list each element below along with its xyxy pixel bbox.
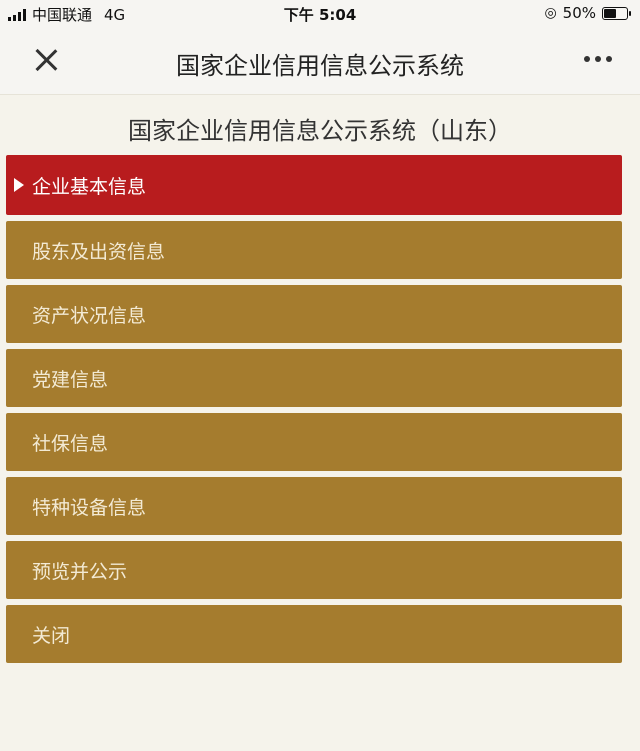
menu-item-label: 预览并公示: [32, 560, 128, 583]
rotation-lock-icon: ◎: [544, 5, 557, 21]
menu-item-label: 关闭: [32, 624, 71, 647]
more-options-icon[interactable]: [584, 56, 612, 62]
battery-percent: 50%: [562, 4, 596, 22]
menu-list: 企业基本信息 股东及出资信息 资产状况信息 党建信息 社保信息 特种设备信息 预…: [6, 155, 622, 663]
page-title: 国家企业信用信息公示系统（山东）: [128, 117, 512, 145]
active-arrow-icon: [14, 178, 24, 192]
nav-title: 国家企业信用信息公示系统: [176, 52, 464, 80]
menu-item-label: 股东及出资信息: [32, 240, 166, 263]
menu-item-basic-info[interactable]: 企业基本信息: [6, 155, 622, 215]
menu-item-label: 社保信息: [32, 432, 109, 455]
menu-item-social-security[interactable]: 社保信息: [6, 413, 622, 471]
battery-icon: [602, 6, 631, 20]
menu-item-assets[interactable]: 资产状况信息: [6, 285, 622, 343]
menu-item-label: 党建信息: [32, 368, 109, 391]
menu-item-close[interactable]: 关闭: [6, 605, 622, 663]
menu-item-preview-publish[interactable]: 预览并公示: [6, 541, 622, 599]
nav-bar: 国家企业信用信息公示系统: [0, 26, 640, 95]
menu-item-label: 特种设备信息: [32, 496, 147, 519]
menu-item-label: 企业基本信息: [32, 175, 147, 198]
menu-item-label: 资产状况信息: [32, 304, 147, 327]
menu-item-special-equipment[interactable]: 特种设备信息: [6, 477, 622, 535]
status-bar: 中国联通 4G 下午 5:04 ◎ 50%: [0, 0, 640, 26]
status-right: ◎ 50%: [544, 4, 631, 22]
menu-item-party-building[interactable]: 党建信息: [6, 349, 622, 407]
menu-item-shareholders[interactable]: 股东及出资信息: [6, 221, 622, 279]
